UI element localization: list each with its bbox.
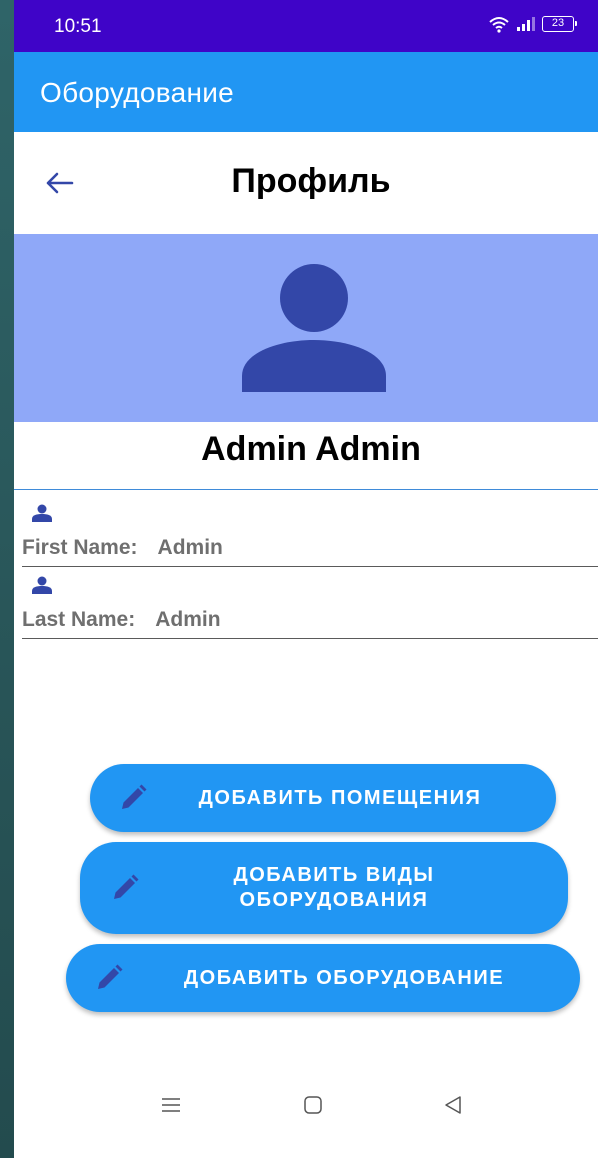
page-header: Профиль: [14, 132, 598, 234]
pencil-icon: [114, 874, 139, 899]
add-equipment-types-label: ДОБАВИТЬ ВИДЫ ОБОРУДОВАНИЯ: [233, 864, 435, 911]
status-time: 10:51: [54, 16, 102, 37]
last-name-field: Last Name: Admin: [22, 572, 598, 642]
divider: [14, 489, 598, 490]
system-nav-bar: [14, 1060, 598, 1158]
home-icon[interactable]: [302, 1094, 324, 1116]
last-name-row: Last Name: Admin: [22, 608, 221, 632]
add-rooms-button[interactable]: ДОБАВИТЬ ПОМЕЩЕНИЯ: [90, 764, 556, 832]
phone-screen: 10:51 23 Оборудование Профиль Admin Admi…: [14, 0, 598, 1158]
page-title: Профиль: [231, 162, 391, 200]
status-bar: 10:51 23: [14, 0, 598, 52]
person-icon: [32, 504, 52, 522]
add-rooms-label: ДОБАВИТЬ ПОМЕЩЕНИЯ: [198, 786, 482, 809]
app-bar: Оборудование: [14, 52, 598, 132]
menu-icon[interactable]: [160, 1094, 182, 1116]
add-equipment-label: ДОБАВИТЬ ОБОРУДОВАНИЕ: [183, 966, 505, 989]
pencil-icon: [98, 964, 123, 989]
last-name-label: Last Name:: [22, 608, 136, 631]
first-name-field: First Name: Admin: [22, 500, 598, 570]
add-equipment-types-button[interactable]: ДОБАВИТЬ ВИДЫ ОБОРУДОВАНИЯ: [80, 842, 568, 934]
battery-icon: 23: [542, 16, 577, 32]
first-name-label: First Name:: [22, 536, 138, 559]
first-name-row: First Name: Admin: [22, 536, 223, 560]
pencil-icon: [122, 784, 147, 809]
avatar-panel: [14, 234, 598, 422]
status-icons: 23: [488, 15, 577, 33]
back-icon[interactable]: [442, 1094, 464, 1116]
last-name-value: Admin: [155, 608, 221, 631]
signal-icon: [517, 17, 535, 31]
person-icon: [242, 264, 386, 392]
background-strip: [0, 0, 14, 1158]
wifi-icon: [489, 17, 509, 33]
person-icon: [32, 576, 52, 594]
last-name-underline: [22, 638, 598, 639]
profile-name: Admin Admin: [201, 430, 421, 468]
first-name-underline: [22, 566, 598, 567]
first-name-value: Admin: [157, 536, 223, 559]
add-equipment-button[interactable]: ДОБАВИТЬ ОБОРУДОВАНИЕ: [66, 944, 580, 1012]
app-title: Оборудование: [40, 77, 235, 108]
